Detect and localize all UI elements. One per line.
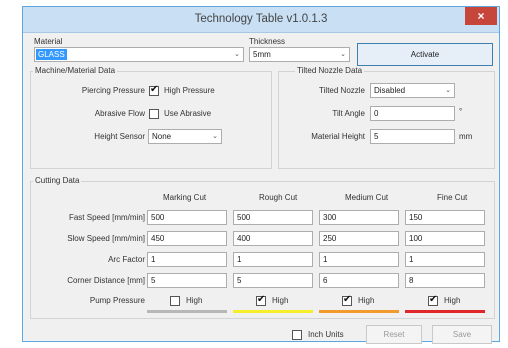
height-sensor-value: None bbox=[152, 132, 172, 141]
pump-high-fine-label: High bbox=[444, 296, 461, 305]
tilt-angle-input[interactable]: 0 bbox=[370, 106, 455, 121]
tilt-angle-label: Tilt Angle bbox=[332, 109, 365, 118]
fast-speed-marking-input[interactable]: 500 bbox=[147, 210, 227, 225]
cutting-data-caption: Cutting Data bbox=[33, 176, 82, 185]
pump-rough-color-strip bbox=[233, 310, 313, 313]
use-abrasive-label: Use Abrasive bbox=[164, 109, 212, 118]
corner-distance-medium-input[interactable]: 6 bbox=[319, 273, 399, 288]
pump-high-rough-checkbox[interactable]: ✔ bbox=[256, 294, 266, 306]
activate-button[interactable]: Activate bbox=[357, 43, 493, 66]
machine-material-caption: Machine/Material Data bbox=[33, 66, 118, 75]
pump-high-marking-checkbox[interactable] bbox=[170, 296, 180, 306]
arc-factor-rough-input[interactable]: 1 bbox=[233, 252, 313, 267]
reset-button[interactable]: Reset bbox=[366, 325, 422, 344]
pump-high-rough-label: High bbox=[272, 296, 289, 305]
row-label-arc-factor: Arc Factor bbox=[108, 255, 145, 264]
tilted-nozzle-dropdown[interactable]: Disabled ⌄ bbox=[370, 83, 455, 98]
material-value: GLASS bbox=[36, 49, 67, 60]
reset-label: Reset bbox=[383, 330, 405, 339]
material-dropdown[interactable]: GLASS ⌄ bbox=[34, 47, 244, 62]
slow-speed-rough-input[interactable]: 400 bbox=[233, 231, 313, 246]
abrasive-flow-label: Abrasive Flow bbox=[94, 109, 145, 118]
column-header-fine: Fine Cut bbox=[437, 193, 468, 202]
corner-distance-fine-input[interactable]: 8 bbox=[405, 273, 485, 288]
height-sensor-label: Height Sensor bbox=[94, 132, 145, 141]
technology-table-window: Technology Table v1.0.1.3 × Material GLA… bbox=[22, 6, 500, 344]
high-pressure-checkbox[interactable]: ✔ bbox=[149, 84, 159, 96]
save-button[interactable]: Save bbox=[432, 325, 492, 344]
arc-factor-marking-input[interactable]: 1 bbox=[147, 252, 227, 267]
row-label-corner-distance: Corner Distance [mm] bbox=[67, 276, 145, 285]
corner-distance-rough-input[interactable]: 5 bbox=[233, 273, 313, 288]
piercing-pressure-label: Piercing Pressure bbox=[81, 86, 145, 95]
pump-marking-color-strip bbox=[147, 310, 227, 313]
tilted-nozzle-group: Tilted Nozzle Data Tilted Nozzle Disable… bbox=[278, 66, 495, 169]
tilted-nozzle-caption: Tilted Nozzle Data bbox=[295, 66, 365, 75]
pump-high-fine-checkbox[interactable]: ✔ bbox=[428, 294, 438, 306]
thickness-label: Thickness bbox=[249, 37, 286, 46]
thickness-value: 5mm bbox=[253, 50, 271, 59]
pump-high-marking-label: High bbox=[186, 296, 203, 305]
checkmark-icon: ✔ bbox=[429, 294, 438, 305]
pump-high-medium-checkbox[interactable]: ✔ bbox=[342, 294, 352, 306]
slow-speed-marking-input[interactable]: 450 bbox=[147, 231, 227, 246]
tilted-nozzle-value: Disabled bbox=[374, 86, 406, 95]
pump-fine-color-strip bbox=[405, 310, 485, 313]
dialog-body: Material GLASS ⌄ Thickness 5mm ⌄ Activat… bbox=[24, 33, 498, 344]
save-label: Save bbox=[452, 330, 472, 339]
window-title: Technology Table v1.0.1.3 bbox=[194, 13, 328, 25]
cutting-data-group: Cutting Data Marking Cut Rough Cut Mediu… bbox=[30, 176, 495, 319]
thickness-dropdown[interactable]: 5mm ⌄ bbox=[249, 47, 350, 62]
tilted-nozzle-label: Tilted Nozzle bbox=[319, 86, 365, 95]
column-header-marking: Marking Cut bbox=[163, 193, 207, 202]
pump-high-medium-label: High bbox=[358, 296, 375, 305]
checkmark-icon: ✔ bbox=[150, 84, 159, 95]
chevron-down-icon: ⌄ bbox=[212, 133, 218, 140]
chevron-down-icon: ⌄ bbox=[340, 51, 346, 58]
column-header-rough: Rough Cut bbox=[259, 193, 298, 202]
inch-units-label: Inch Units bbox=[308, 330, 344, 339]
arc-factor-medium-input[interactable]: 1 bbox=[319, 252, 399, 267]
material-height-label: Material Height bbox=[311, 132, 365, 141]
material-label: Material bbox=[34, 37, 63, 46]
material-height-unit: mm bbox=[459, 132, 473, 141]
column-header-medium: Medium Cut bbox=[345, 193, 389, 202]
tilt-angle-unit: ° bbox=[459, 107, 463, 116]
slow-speed-medium-input[interactable]: 250 bbox=[319, 231, 399, 246]
inch-units-checkbox[interactable] bbox=[292, 330, 302, 340]
chevron-down-icon: ⌄ bbox=[234, 51, 240, 58]
checkmark-icon: ✔ bbox=[343, 294, 352, 305]
title-bar[interactable]: Technology Table v1.0.1.3 × bbox=[23, 7, 499, 33]
material-height-input[interactable]: 5 bbox=[370, 129, 455, 144]
slow-speed-fine-input[interactable]: 100 bbox=[405, 231, 485, 246]
row-label-slow-speed: Slow Speed [mm/min] bbox=[67, 234, 145, 243]
row-label-fast-speed: Fast Speed [mm/min] bbox=[68, 213, 145, 222]
pump-medium-color-strip bbox=[319, 310, 399, 313]
corner-distance-marking-input[interactable]: 5 bbox=[147, 273, 227, 288]
fast-speed-medium-input[interactable]: 300 bbox=[319, 210, 399, 225]
machine-material-group: Machine/Material Data Piercing Pressure … bbox=[30, 66, 272, 169]
arc-factor-fine-input[interactable]: 1 bbox=[405, 252, 485, 267]
fast-speed-fine-input[interactable]: 150 bbox=[405, 210, 485, 225]
high-pressure-label: High Pressure bbox=[164, 86, 215, 95]
use-abrasive-checkbox[interactable] bbox=[149, 109, 159, 119]
activate-label: Activate bbox=[410, 50, 440, 59]
close-icon: × bbox=[477, 9, 485, 23]
chevron-down-icon: ⌄ bbox=[445, 87, 451, 94]
checkmark-icon: ✔ bbox=[257, 294, 266, 305]
pump-pressure-label: Pump Pressure bbox=[89, 296, 145, 305]
fast-speed-rough-input[interactable]: 500 bbox=[233, 210, 313, 225]
height-sensor-dropdown[interactable]: None ⌄ bbox=[148, 129, 222, 144]
close-button[interactable]: × bbox=[465, 7, 497, 25]
